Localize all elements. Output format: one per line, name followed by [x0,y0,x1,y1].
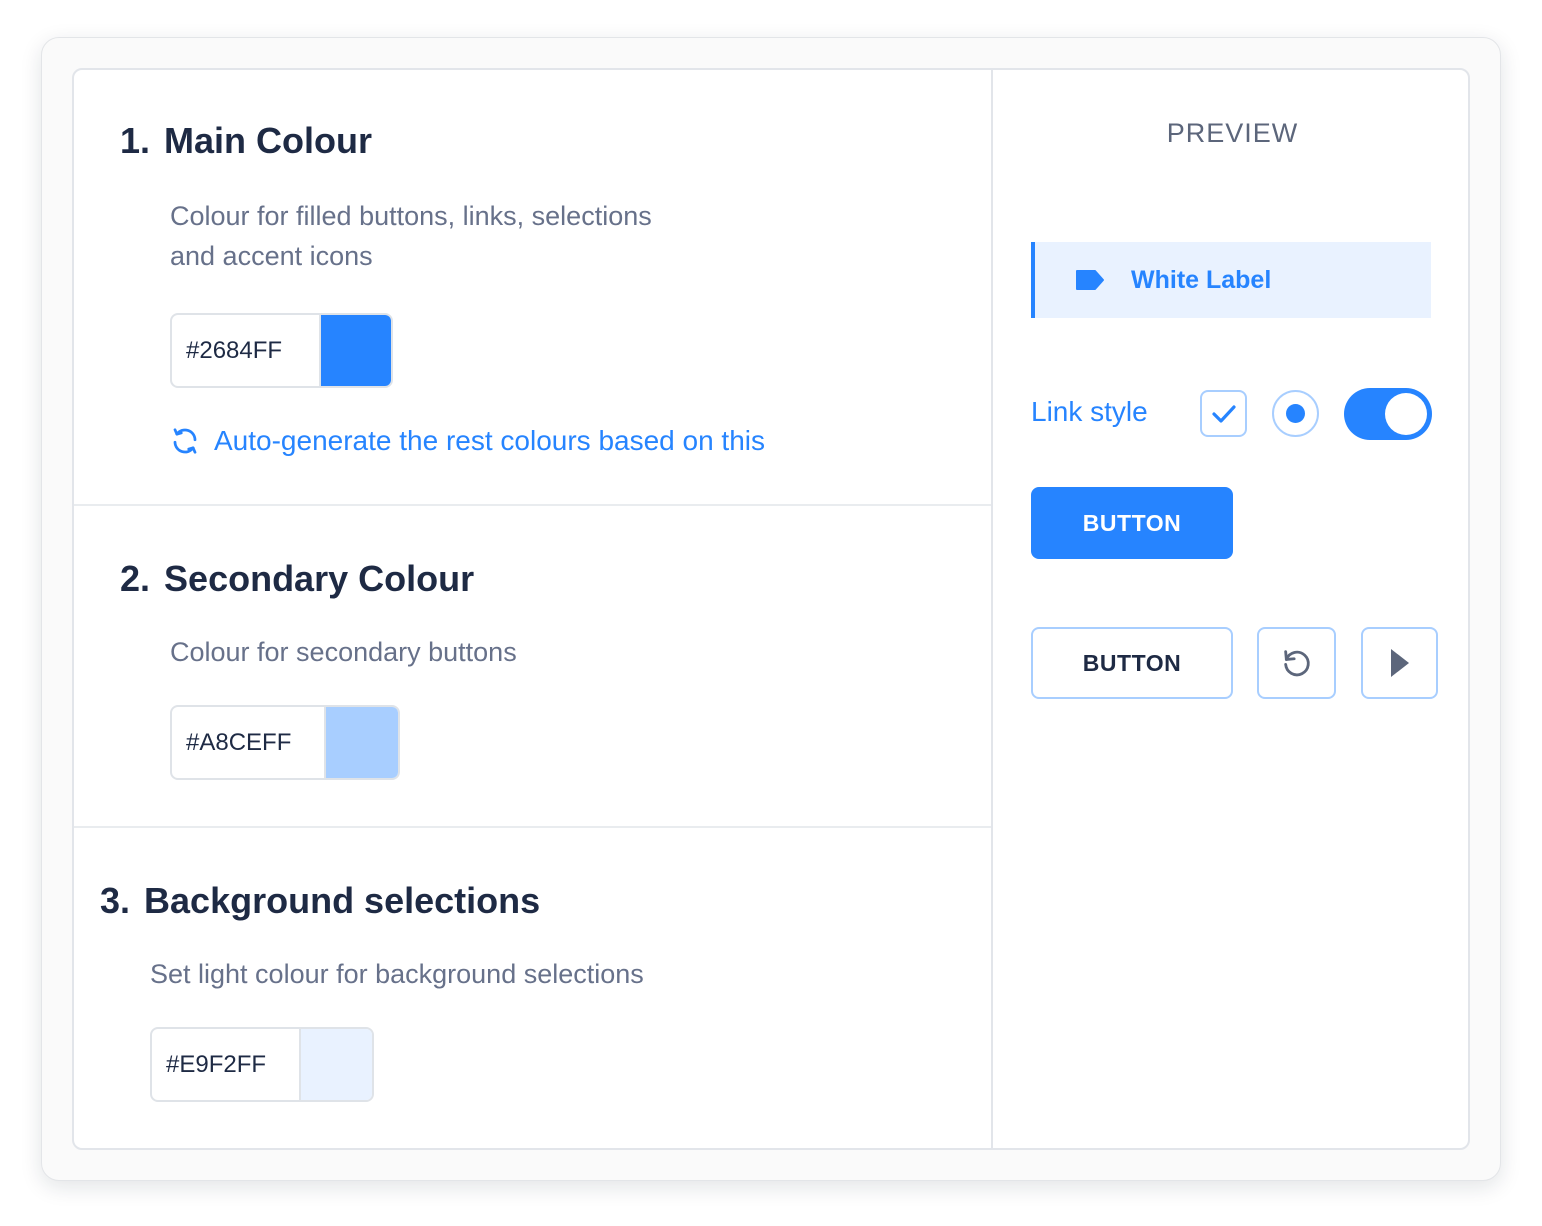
nav-item-label: White Label [1131,265,1272,294]
section-description: Set light colour for background selectio… [150,954,644,994]
description-line: Colour for secondary buttons [170,637,517,667]
preview-radio[interactable] [1272,390,1319,437]
settings-panel: 1. Main Colour Colour for filled buttons,… [72,68,1470,1150]
hex-input[interactable]: #E9F2FF [152,1029,301,1100]
section-title: Main Colour [164,120,373,161]
colour-swatch[interactable] [321,315,391,386]
section-heading-main-colour: 1. Main Colour [120,120,372,162]
section-heading-background-selections: 3. Background selections [100,880,540,922]
background-colour-picker[interactable]: #E9F2FF [150,1027,374,1102]
section-title: Background selections [144,880,541,921]
tag-icon [1076,270,1104,290]
secondary-colour-picker[interactable]: #A8CEFF [170,705,400,780]
section-number: 3. [100,880,131,921]
auto-generate-link[interactable]: Auto-generate the rest colours based on … [170,425,765,457]
section-description: Colour for secondary buttons [170,632,517,672]
preview-primary-button[interactable]: BUTTON [1031,487,1233,559]
preview-nav-item[interactable]: White Label [1031,242,1431,318]
colour-swatch[interactable] [301,1029,372,1100]
play-icon [1390,649,1409,677]
reset-icon [1283,650,1310,677]
section-divider [74,826,991,828]
check-icon [1211,404,1236,423]
hex-input[interactable]: #A8CEFF [172,707,326,778]
toggle-knob [1385,393,1427,435]
preview-play-button[interactable] [1361,627,1438,699]
section-number: 1. [120,120,151,161]
preview-checkbox[interactable] [1200,390,1247,437]
section-number: 2. [120,558,151,599]
description-line: Colour for filled buttons, links, select… [170,201,652,231]
description-line: Set light colour for background selectio… [150,959,644,989]
preview-secondary-button[interactable]: BUTTON [1031,627,1233,699]
preview-title: PREVIEW [1166,118,1299,148]
description-line: and accent icons [170,241,373,271]
radio-dot [1286,404,1305,423]
hex-input[interactable]: #2684FF [172,315,321,386]
section-title: Secondary Colour [164,558,475,599]
section-heading-secondary-colour: 2. Secondary Colour [120,558,474,600]
colour-swatch[interactable] [326,707,398,778]
refresh-icon [173,428,197,454]
preview-toggle[interactable] [1344,388,1432,440]
preview-reset-button[interactable] [1257,627,1336,699]
main-colour-picker[interactable]: #2684FF [170,313,393,388]
auto-generate-label: Auto-generate the rest colours based on … [214,425,766,456]
column-divider [991,70,993,1148]
link-style-sample[interactable]: Link style [1031,396,1148,428]
section-divider [74,504,991,506]
section-description: Colour for filled buttons, links, select… [170,196,652,276]
